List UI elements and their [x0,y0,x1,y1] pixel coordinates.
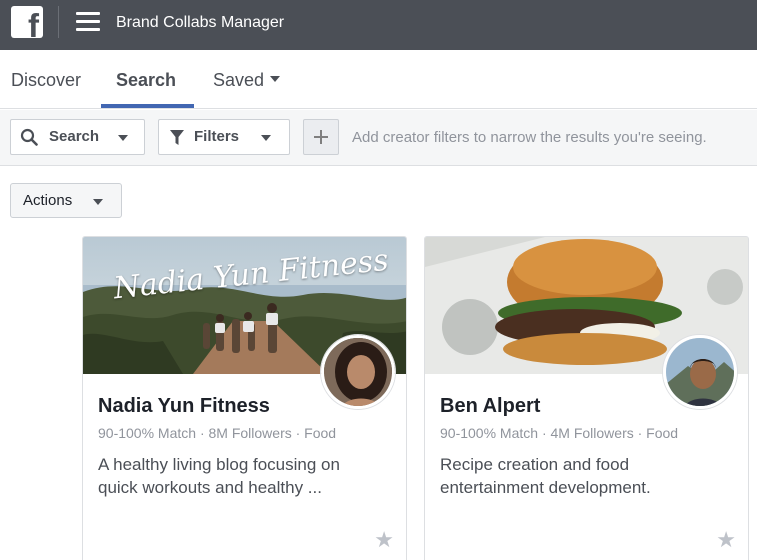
avatar [321,335,395,409]
star-icon[interactable]: ★ [716,529,736,551]
avatar [663,335,737,409]
creator-description: Recipe creation and food entertainment d… [440,455,651,497]
tab-saved[interactable]: Saved [213,70,281,91]
creator-description: A healthy living blog focusing on quick … [98,455,340,497]
filter-bar: Search Filters Add creator filters to na… [0,110,757,166]
filters-button-label: Filters [194,128,240,145]
star-icon[interactable]: ★ [374,529,394,551]
tab-discover[interactable]: Discover [11,70,81,91]
tab-search[interactable]: Search [116,70,176,91]
top-bar: f Brand Collabs Manager [0,0,757,50]
creator-meta: 90-100% Match · 8M Followers · Food [98,425,337,441]
caret-down-icon [93,199,103,205]
actions-button-label: Actions [23,192,73,209]
add-filter-button[interactable] [303,119,339,155]
caret-down-icon [118,135,128,141]
search-dropdown-button[interactable]: Search [10,119,145,155]
creator-card[interactable]: Nadia Yun Fitness Nadia Yun Fitness 90-1… [82,236,407,560]
active-tab-indicator [101,104,194,108]
topbar-divider [58,6,59,38]
creator-meta: 90-100% Match · 4M Followers · Food [440,425,679,441]
facebook-logo-icon[interactable]: f [11,6,43,38]
tab-saved-label: Saved [213,70,265,90]
filter-hint-text: Add creator filters to narrow the result… [352,129,707,146]
creator-name[interactable]: Nadia Yun Fitness [98,395,270,418]
search-button-label: Search [49,128,100,145]
menu-icon[interactable] [76,12,100,32]
app-title: Brand Collabs Manager [116,14,285,31]
caret-down-icon [261,135,271,141]
search-icon [20,128,38,146]
caret-down-icon [270,76,281,83]
tab-bar: Discover Search Saved [0,50,757,109]
actions-dropdown-button[interactable]: Actions [10,183,122,218]
filter-funnel-icon [170,130,184,145]
filters-dropdown-button[interactable]: Filters [158,119,290,155]
creator-name[interactable]: Ben Alpert [440,395,540,418]
creator-card[interactable]: Ben Alpert 90-100% Match · 4M Followers … [424,236,749,560]
